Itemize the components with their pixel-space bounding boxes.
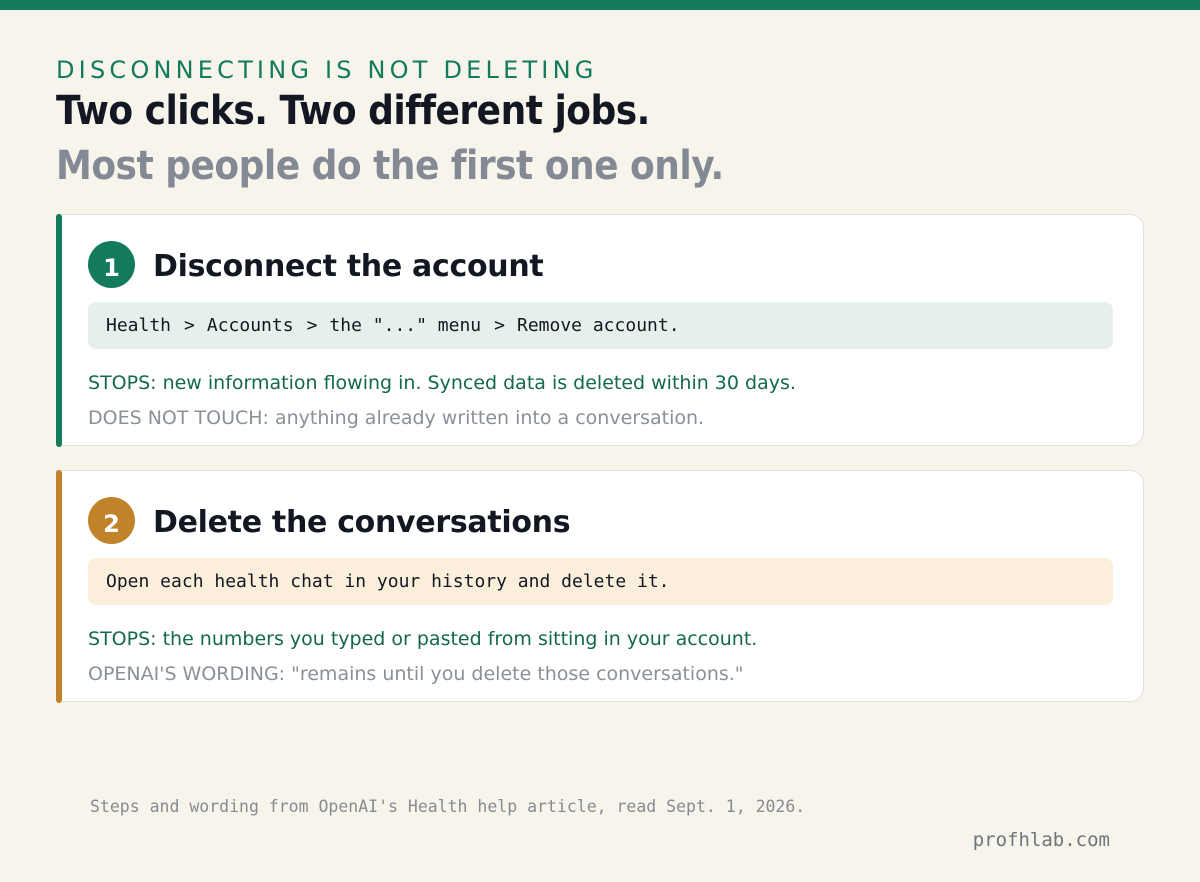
step-number-badge: 1 — [88, 241, 135, 288]
step-card-delete: 2 Delete the conversations Open each hea… — [55, 469, 1144, 703]
subhead: Most people do the first one only. — [56, 143, 724, 189]
does-not-touch-text: DOES NOT TOUCH: anything already written… — [88, 407, 705, 429]
path-separator: > — [494, 315, 505, 336]
path-step-menu: the "..." menu — [329, 315, 482, 336]
menu-path: Health > Accounts > the "..." menu > Remove ac… — [88, 302, 1113, 349]
stops-text: STOPS: new information flowing in. Synce… — [88, 372, 796, 394]
instruction-text: Open each health chat in your history an… — [106, 571, 670, 592]
top-accent-bar — [0, 0, 1200, 10]
openai-wording-text: OPENAI'S WORDING: "remains until you del… — [88, 663, 744, 685]
source-note: Steps and wording from OpenAI's Health h… — [90, 797, 806, 816]
step-number-badge: 2 — [88, 497, 135, 544]
instruction-box: Open each health chat in your history an… — [88, 558, 1113, 605]
headline: Two clicks. Two different jobs. — [56, 88, 650, 134]
kicker: DISCONNECTING IS NOT DELETING — [56, 56, 598, 84]
path-step-accounts: Accounts — [206, 315, 294, 336]
path-step-remove-account: Remove account. — [516, 315, 680, 336]
site-credit: profhlab.com — [972, 829, 1110, 851]
path-step-health: Health — [106, 315, 172, 336]
stops-text: STOPS: the numbers you typed or pasted f… — [88, 628, 758, 650]
step-title: Disconnect the account — [153, 249, 544, 284]
path-separator: > — [184, 315, 195, 336]
path-separator: > — [306, 315, 318, 336]
step-card-disconnect: 1 Disconnect the account Health > Accounts… — [55, 213, 1144, 447]
step-title: Delete the conversations — [153, 505, 571, 540]
